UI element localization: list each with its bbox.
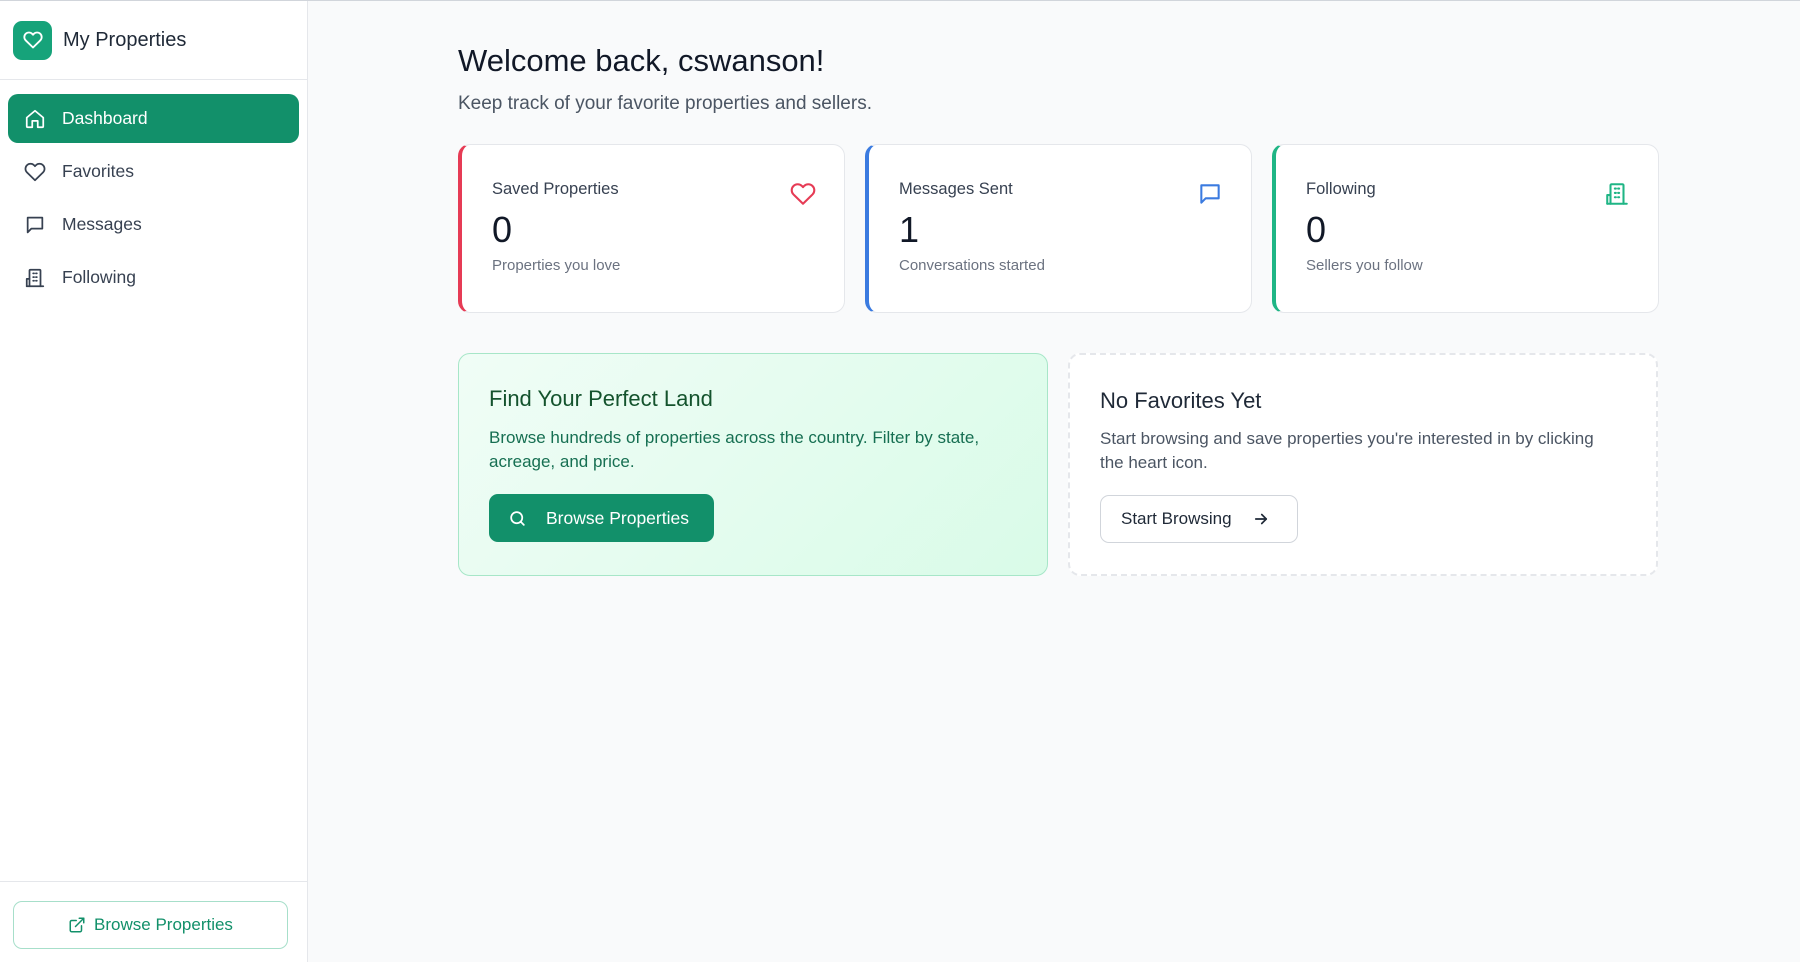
sidebar-nav: Dashboard Favorites Messages Following [0, 80, 307, 302]
stat-description: Sellers you follow [1306, 257, 1423, 274]
stat-description: Properties you love [492, 257, 621, 274]
promo-text: Browse hundreds of properties across the… [489, 428, 980, 471]
sidebar-item-messages[interactable]: Messages [8, 200, 299, 249]
sidebar-item-label: Following [62, 267, 136, 287]
page-subtitle: Keep track of your favorite properties a… [458, 93, 872, 114]
stat-card-saved-properties: Saved Properties 0 Properties you love [458, 144, 845, 313]
browse-properties-button[interactable]: Browse Properties [489, 494, 714, 542]
sidebar: My Properties Dashboard Favorites Messag… [0, 1, 308, 962]
browse-properties-link-button[interactable]: Browse Properties [13, 901, 288, 949]
empty-state-card: No Favorites Yet Start browsing and save… [1068, 353, 1658, 576]
building-icon [1604, 181, 1630, 207]
empty-state-text: Start browsing and save properties you'r… [1100, 429, 1594, 472]
stat-value: 1 [899, 209, 920, 250]
stat-description: Conversations started [899, 257, 1045, 274]
stat-card-messages-sent: Messages Sent 1 Conversations started [865, 144, 1252, 313]
button-label: Browse Properties [546, 507, 689, 528]
heart-icon [23, 160, 47, 184]
sidebar-footer: Browse Properties [0, 881, 307, 962]
sidebar-item-label: Messages [62, 214, 142, 234]
start-browsing-button[interactable]: Start Browsing [1100, 495, 1298, 543]
main-content: Welcome back, cswanson! Keep track of yo… [458, 1, 1660, 576]
stat-card-following: Following 0 Sellers you follow [1272, 144, 1659, 313]
home-icon [23, 107, 47, 131]
sidebar-item-dashboard[interactable]: Dashboard [8, 94, 299, 143]
building-icon [23, 266, 47, 290]
sidebar-item-following[interactable]: Following [8, 253, 299, 302]
sidebar-item-label: Dashboard [62, 108, 148, 128]
search-icon [508, 509, 527, 528]
external-link-icon [68, 916, 86, 934]
arrow-right-icon [1252, 510, 1270, 528]
brand-title: My Properties [63, 28, 187, 51]
message-icon [23, 213, 47, 237]
empty-state-title: No Favorites Yet [1100, 388, 1262, 413]
message-icon [1197, 181, 1223, 207]
stats-row: Saved Properties 0 Properties you love M… [458, 144, 1660, 313]
brand: My Properties [0, 1, 307, 80]
promo-card: Find Your Perfect Land Browse hundreds o… [458, 353, 1048, 576]
heart-icon [790, 181, 816, 207]
sidebar-item-favorites[interactable]: Favorites [8, 147, 299, 196]
panels-row: Find Your Perfect Land Browse hundreds o… [458, 353, 1660, 576]
sidebar-item-label: Favorites [62, 161, 134, 181]
heart-icon [13, 20, 52, 60]
button-label: Start Browsing [1121, 509, 1232, 528]
stat-value: 0 [492, 209, 513, 250]
button-label: Browse Properties [94, 915, 233, 934]
stat-value: 0 [1306, 209, 1327, 250]
promo-title: Find Your Perfect Land [489, 386, 713, 411]
page-title: Welcome back, cswanson! [458, 43, 825, 78]
